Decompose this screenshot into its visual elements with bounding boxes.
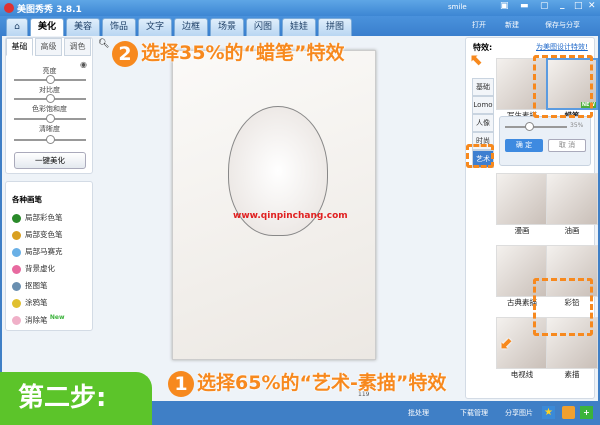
adjust-panel: 基础 高级 调色 ◉ 亮度 对比度 色彩饱和度 清晰度 一键美化: [5, 37, 93, 174]
brush-title: 各种画笔: [12, 195, 42, 204]
effect-settings: 35% 确 定 取 消: [499, 116, 591, 166]
tab-accessories[interactable]: 饰品: [102, 18, 136, 36]
brush-icon: [12, 230, 21, 240]
vtab-basic[interactable]: 基础: [472, 78, 494, 96]
one-click-beautify-button[interactable]: 一键美化: [14, 152, 86, 169]
brush-item[interactable]: 背景虚化: [12, 263, 55, 274]
main-tabs: ⌂ 美化 美容 饰品 文字 边框 场景 闪图 娃娃 拼图 打开 新建 保存与分享: [0, 16, 600, 36]
brush-label: 局部彩色笔: [25, 213, 63, 222]
highlight-sketch: [533, 278, 593, 336]
feedback-icon[interactable]: ▬: [520, 1, 529, 11]
title-bar: 美图秀秀 3.8.1 smile ▣ ▬ ▢ _ □ ✕: [0, 0, 600, 16]
new-badge: New: [49, 314, 65, 321]
brightness-slider[interactable]: [14, 75, 86, 84]
brush-item[interactable]: 涂鸦笔: [12, 297, 48, 308]
brush-item[interactable]: 局部变色笔: [12, 229, 63, 240]
brush-icon: [12, 298, 21, 308]
brush-item[interactable]: 局部彩色笔: [12, 212, 63, 223]
sharpness-slider[interactable]: [14, 135, 86, 144]
skin-icon[interactable]: ▣: [500, 1, 509, 11]
new-button[interactable]: 新建: [505, 20, 519, 30]
tab-collage[interactable]: 拼图: [318, 18, 352, 36]
star-icon[interactable]: ★: [542, 406, 555, 419]
effect-label: 漫画: [514, 226, 530, 235]
step1-text: 选择65%的“艺术-素描”特效: [197, 372, 447, 394]
brush-icon: [12, 213, 21, 223]
intensity-value: 35%: [570, 122, 584, 129]
brush-item[interactable]: 抠图笔: [12, 280, 48, 291]
cancel-button[interactable]: 取 消: [548, 139, 586, 152]
effect-item[interactable]: 漫画: [496, 173, 548, 236]
app-title: 美图秀秀 3.8.1: [17, 5, 82, 15]
sharpness-label: 清晰度: [39, 125, 60, 133]
user-menu[interactable]: smile: [448, 3, 467, 11]
brush-label: 局部变色笔: [25, 230, 63, 239]
brush-item[interactable]: 消除笔 New: [12, 314, 65, 326]
effect-label: 电视线: [510, 370, 534, 379]
save-share-button[interactable]: 保存与分享: [545, 20, 580, 30]
share-image-button[interactable]: 分享图片: [505, 408, 533, 418]
highlight-crayon: [533, 55, 593, 118]
tab-basic[interactable]: 基础: [6, 38, 33, 56]
vtab-lomo[interactable]: Lomo: [472, 96, 494, 114]
tab-scene[interactable]: 场景: [210, 18, 244, 36]
tab-beauty[interactable]: 美容: [66, 18, 100, 36]
brush-item[interactable]: 局部马赛克: [12, 246, 63, 257]
batch-button[interactable]: 批处理: [408, 408, 429, 418]
arrow-icon: ⬋: [500, 333, 514, 352]
home-tab[interactable]: ⌂: [6, 18, 28, 36]
tab-beautify[interactable]: 美化: [30, 18, 64, 36]
tab-color[interactable]: 调色: [64, 38, 91, 56]
open-button[interactable]: 打开: [472, 20, 486, 30]
tab-advanced[interactable]: 高级: [35, 38, 62, 56]
effect-label: 素描: [564, 370, 580, 379]
highlight-art-tab: [466, 144, 494, 168]
effect-item[interactable]: 油画: [546, 173, 598, 236]
step-badge: 第二步:: [0, 372, 152, 425]
maximize-button[interactable]: □: [574, 1, 583, 11]
watermark: www.qinpinchang.com: [233, 211, 348, 221]
brush-label: 背景虚化: [25, 264, 55, 273]
menu-icon[interactable]: ▢: [540, 1, 549, 11]
tab-doll[interactable]: 娃娃: [282, 18, 316, 36]
effect-thumbnail: [496, 173, 548, 225]
arrow-icon: ⬉: [470, 50, 484, 69]
brush-icon: [12, 281, 21, 291]
download-manager-button[interactable]: 下载管理: [460, 408, 488, 418]
saturation-slider[interactable]: [14, 114, 86, 123]
photo-canvas[interactable]: www.qinpinchang.com: [172, 50, 376, 360]
step1-annotation: 1 选择65%的“艺术-素描”特效: [168, 368, 446, 397]
add-icon[interactable]: +: [580, 406, 593, 419]
app-logo-icon: [4, 3, 14, 13]
brush-icon: [12, 247, 21, 257]
zoom-icon[interactable]: 🔍︎: [98, 39, 109, 49]
step2-number: 2: [112, 40, 138, 67]
saturation-label: 色彩饱和度: [32, 105, 67, 113]
step2-annotation: 2 选择35%的“蜡笔”特效: [112, 38, 344, 67]
brush-icon: [12, 316, 21, 325]
minimize-button[interactable]: _: [560, 0, 565, 10]
weibo-icon[interactable]: [562, 406, 575, 419]
brush-icon: [12, 264, 21, 274]
one-click-label: 一键美化: [35, 156, 65, 165]
confirm-button[interactable]: 确 定: [505, 139, 543, 152]
brush-label: 涂鸦笔: [25, 298, 48, 307]
intensity-slider[interactable]: [505, 122, 567, 131]
design-effect-link[interactable]: 为美图设计特效!: [536, 42, 588, 52]
step2-text: 选择35%的“蜡笔”特效: [141, 42, 345, 64]
brush-label: 抠图笔: [25, 281, 48, 290]
tab-frame[interactable]: 边框: [174, 18, 208, 36]
tab-text[interactable]: 文字: [138, 18, 172, 36]
effect-label: 油画: [564, 226, 580, 235]
brush-label: 消除笔: [25, 315, 48, 325]
contrast-slider[interactable]: [14, 94, 86, 103]
step1-number: 1: [168, 370, 194, 397]
tab-flash[interactable]: 闪图: [246, 18, 280, 36]
brush-panel: 各种画笔 局部彩色笔局部变色笔局部马赛克背景虚化抠图笔涂鸦笔消除笔 New: [5, 181, 93, 331]
close-button[interactable]: ✕: [588, 1, 596, 11]
brush-label: 局部马赛克: [25, 247, 63, 256]
effect-thumbnail: [546, 173, 598, 225]
vtab-portrait[interactable]: 人像: [472, 114, 494, 132]
